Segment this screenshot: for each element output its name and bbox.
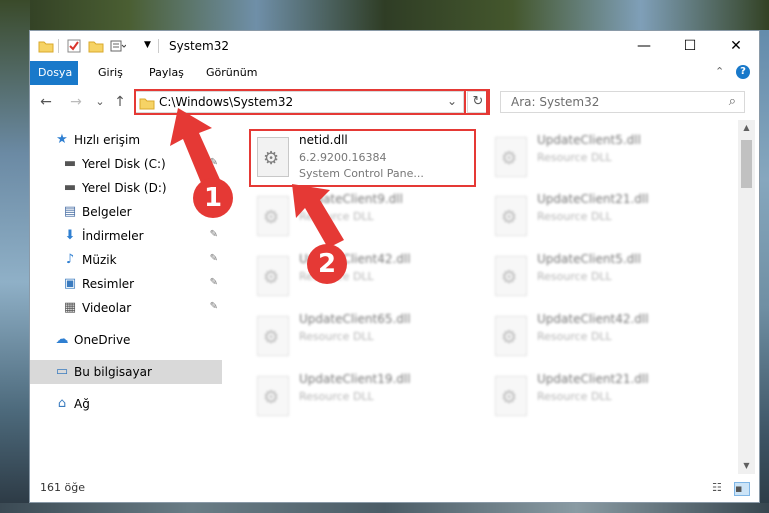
step-1-badge: 1 <box>193 178 233 218</box>
step-2-badge: 2 <box>307 244 347 284</box>
arrow-2 <box>292 184 344 248</box>
annotation-overlay <box>170 108 344 248</box>
